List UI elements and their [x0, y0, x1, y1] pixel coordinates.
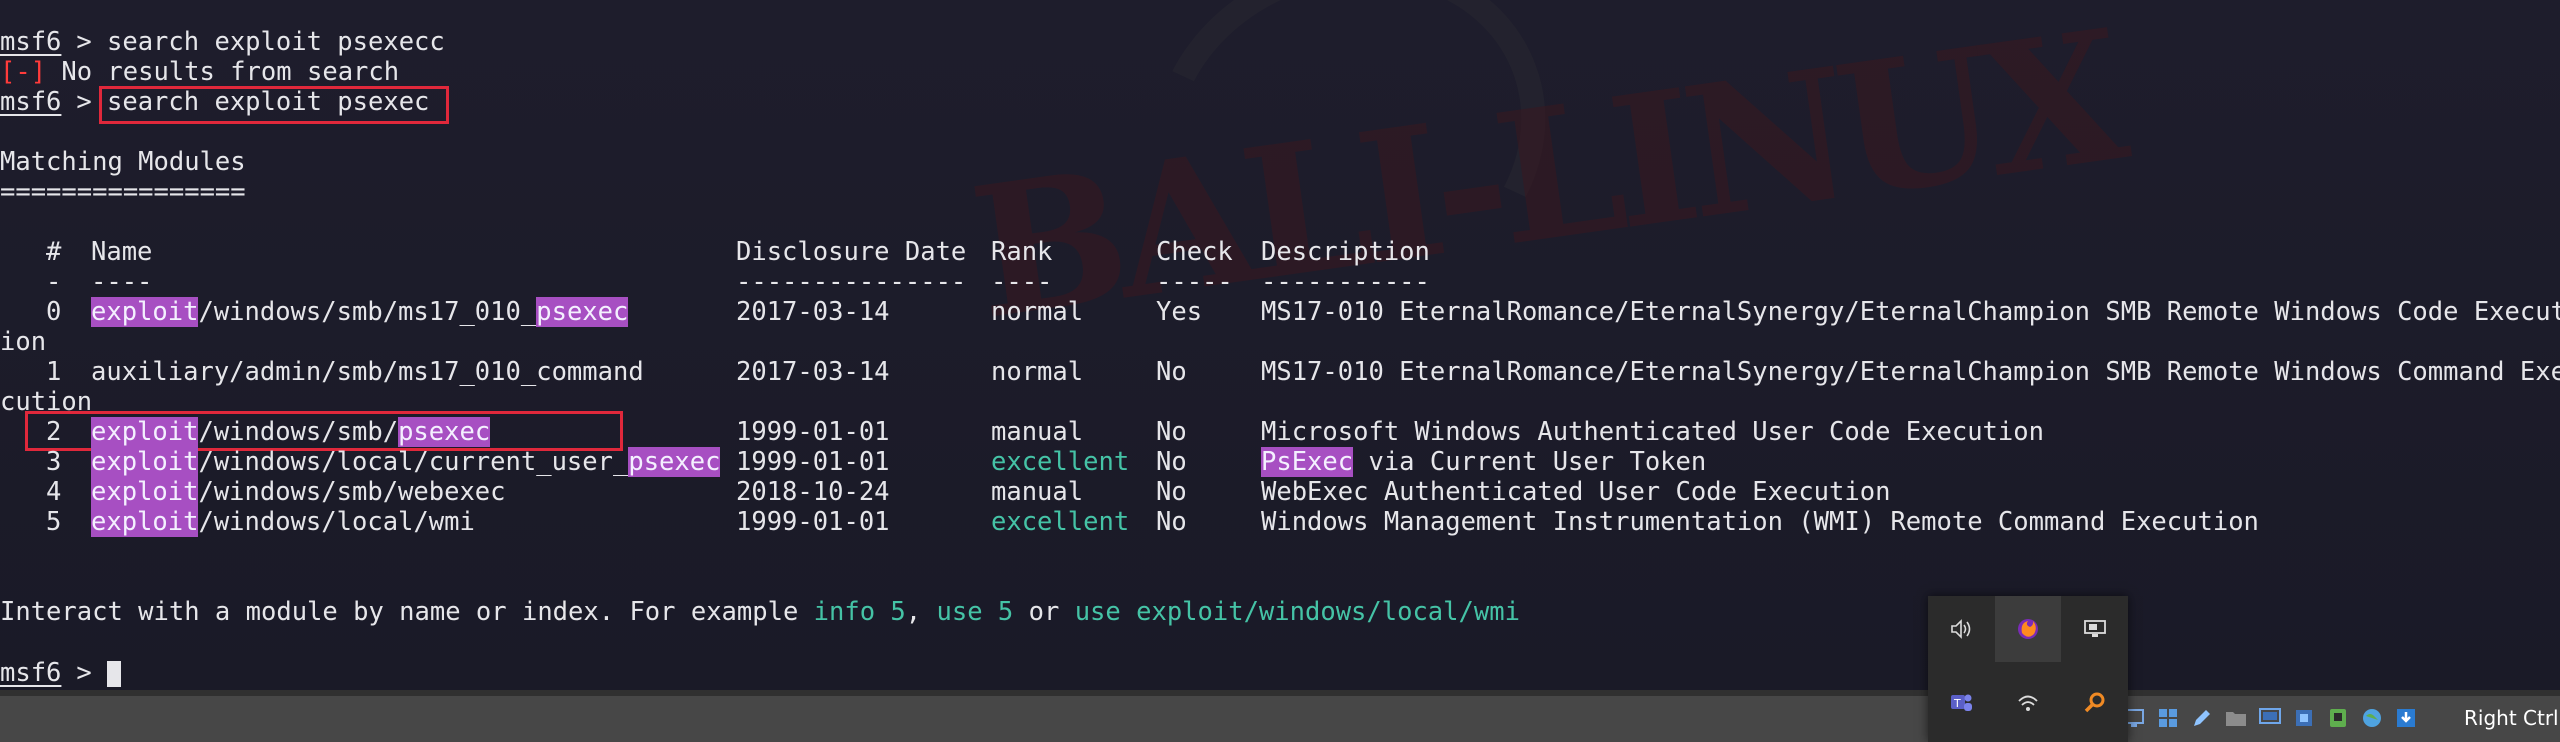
folder-icon[interactable]	[2222, 704, 2250, 732]
command-text: search exploit psexecc	[107, 27, 445, 57]
prompt: msf6	[0, 27, 62, 57]
module-name: exploit/windows/smb/ms17_010_psexec	[91, 297, 629, 327]
search-icon[interactable]	[2062, 670, 2128, 736]
windows-icon[interactable]	[2154, 704, 2182, 732]
svg-text:T: T	[1953, 697, 1961, 710]
annotation-box-command	[99, 86, 449, 124]
table-header: # Name Disclosure Date Rank Check Descri…	[0, 237, 1430, 267]
module-name: exploit/windows/local/wmi	[91, 507, 475, 537]
download-icon[interactable]	[2392, 704, 2420, 732]
col-desc: Description	[1261, 237, 1430, 267]
annotation-box-row	[25, 411, 623, 451]
terminal-window[interactable]: BALI-LINUX msf6 > search exploit psexecc…	[0, 0, 2560, 690]
pencil-icon[interactable]	[2188, 704, 2216, 732]
command-line-1: msf6 > search exploit psexecc	[0, 27, 445, 57]
col-date: Disclosure Date	[736, 237, 967, 267]
wifi-icon[interactable]	[1995, 670, 2061, 736]
matching-underline: ================	[0, 177, 246, 207]
host-key-label: Right Ctrl	[2464, 706, 2559, 730]
firefox-icon[interactable]	[1995, 596, 2061, 662]
status-bar-icons	[2120, 704, 2420, 732]
error-tag: [-]	[0, 57, 47, 87]
module-name: exploit/windows/smb/webexec	[91, 477, 506, 507]
error-line: [-] No results from search	[0, 57, 399, 87]
table-row: 4 exploit/windows/smb/webexec 2018-10-24…	[46, 477, 1891, 507]
col-check: Check	[1156, 237, 1233, 267]
table-header-underline: - ---- --------------- ---- ----- ------…	[46, 267, 1430, 297]
error-text: No results from search	[46, 57, 400, 87]
teams-icon[interactable]: T	[1928, 670, 1994, 736]
table-row: 5 exploit/windows/local/wmi 1999-01-01 e…	[46, 507, 2259, 537]
col-name: Name	[91, 237, 153, 267]
usb-icon[interactable]	[2324, 704, 2352, 732]
globe-icon[interactable]	[2358, 704, 2386, 732]
network-monitor-icon[interactable]	[2062, 596, 2128, 662]
speaker-icon[interactable]	[1928, 596, 1994, 662]
prompt-sep: >	[61, 658, 108, 688]
module-description: PsExec via Current User Token	[1261, 447, 1707, 477]
prompt: msf6	[0, 87, 62, 117]
col-rank: Rank	[991, 237, 1053, 267]
prompt-sep: >	[61, 27, 108, 57]
command-line-2: msf6 > search exploit psexec	[0, 87, 429, 117]
col-num: #	[46, 237, 62, 267]
display-icon[interactable]	[2256, 704, 2284, 732]
vm-status-bar: Right Ctrl	[0, 690, 2560, 742]
module-name: exploit/windows/local/current_user_psexe…	[91, 447, 721, 477]
interact-hint: Interact with a module by name or index.…	[0, 597, 1520, 627]
module-name: auxiliary/admin/smb/ms17_010_command	[91, 357, 644, 387]
command-line-3[interactable]: msf6 >	[0, 658, 121, 688]
wrap-line: ion	[0, 327, 47, 357]
table-row: 1 auxiliary/admin/smb/ms17_010_command 2…	[46, 357, 2560, 387]
system-tray-popup: T	[1928, 596, 2128, 742]
network-icon[interactable]	[2290, 704, 2318, 732]
table-row: 3 exploit/windows/local/current_user_pse…	[46, 447, 1707, 477]
matching-title: Matching Modules	[0, 147, 246, 177]
prompt: msf6	[0, 658, 62, 688]
text-cursor	[107, 658, 121, 688]
table-row: 0 exploit/windows/smb/ms17_010_psexec 20…	[46, 297, 2560, 327]
